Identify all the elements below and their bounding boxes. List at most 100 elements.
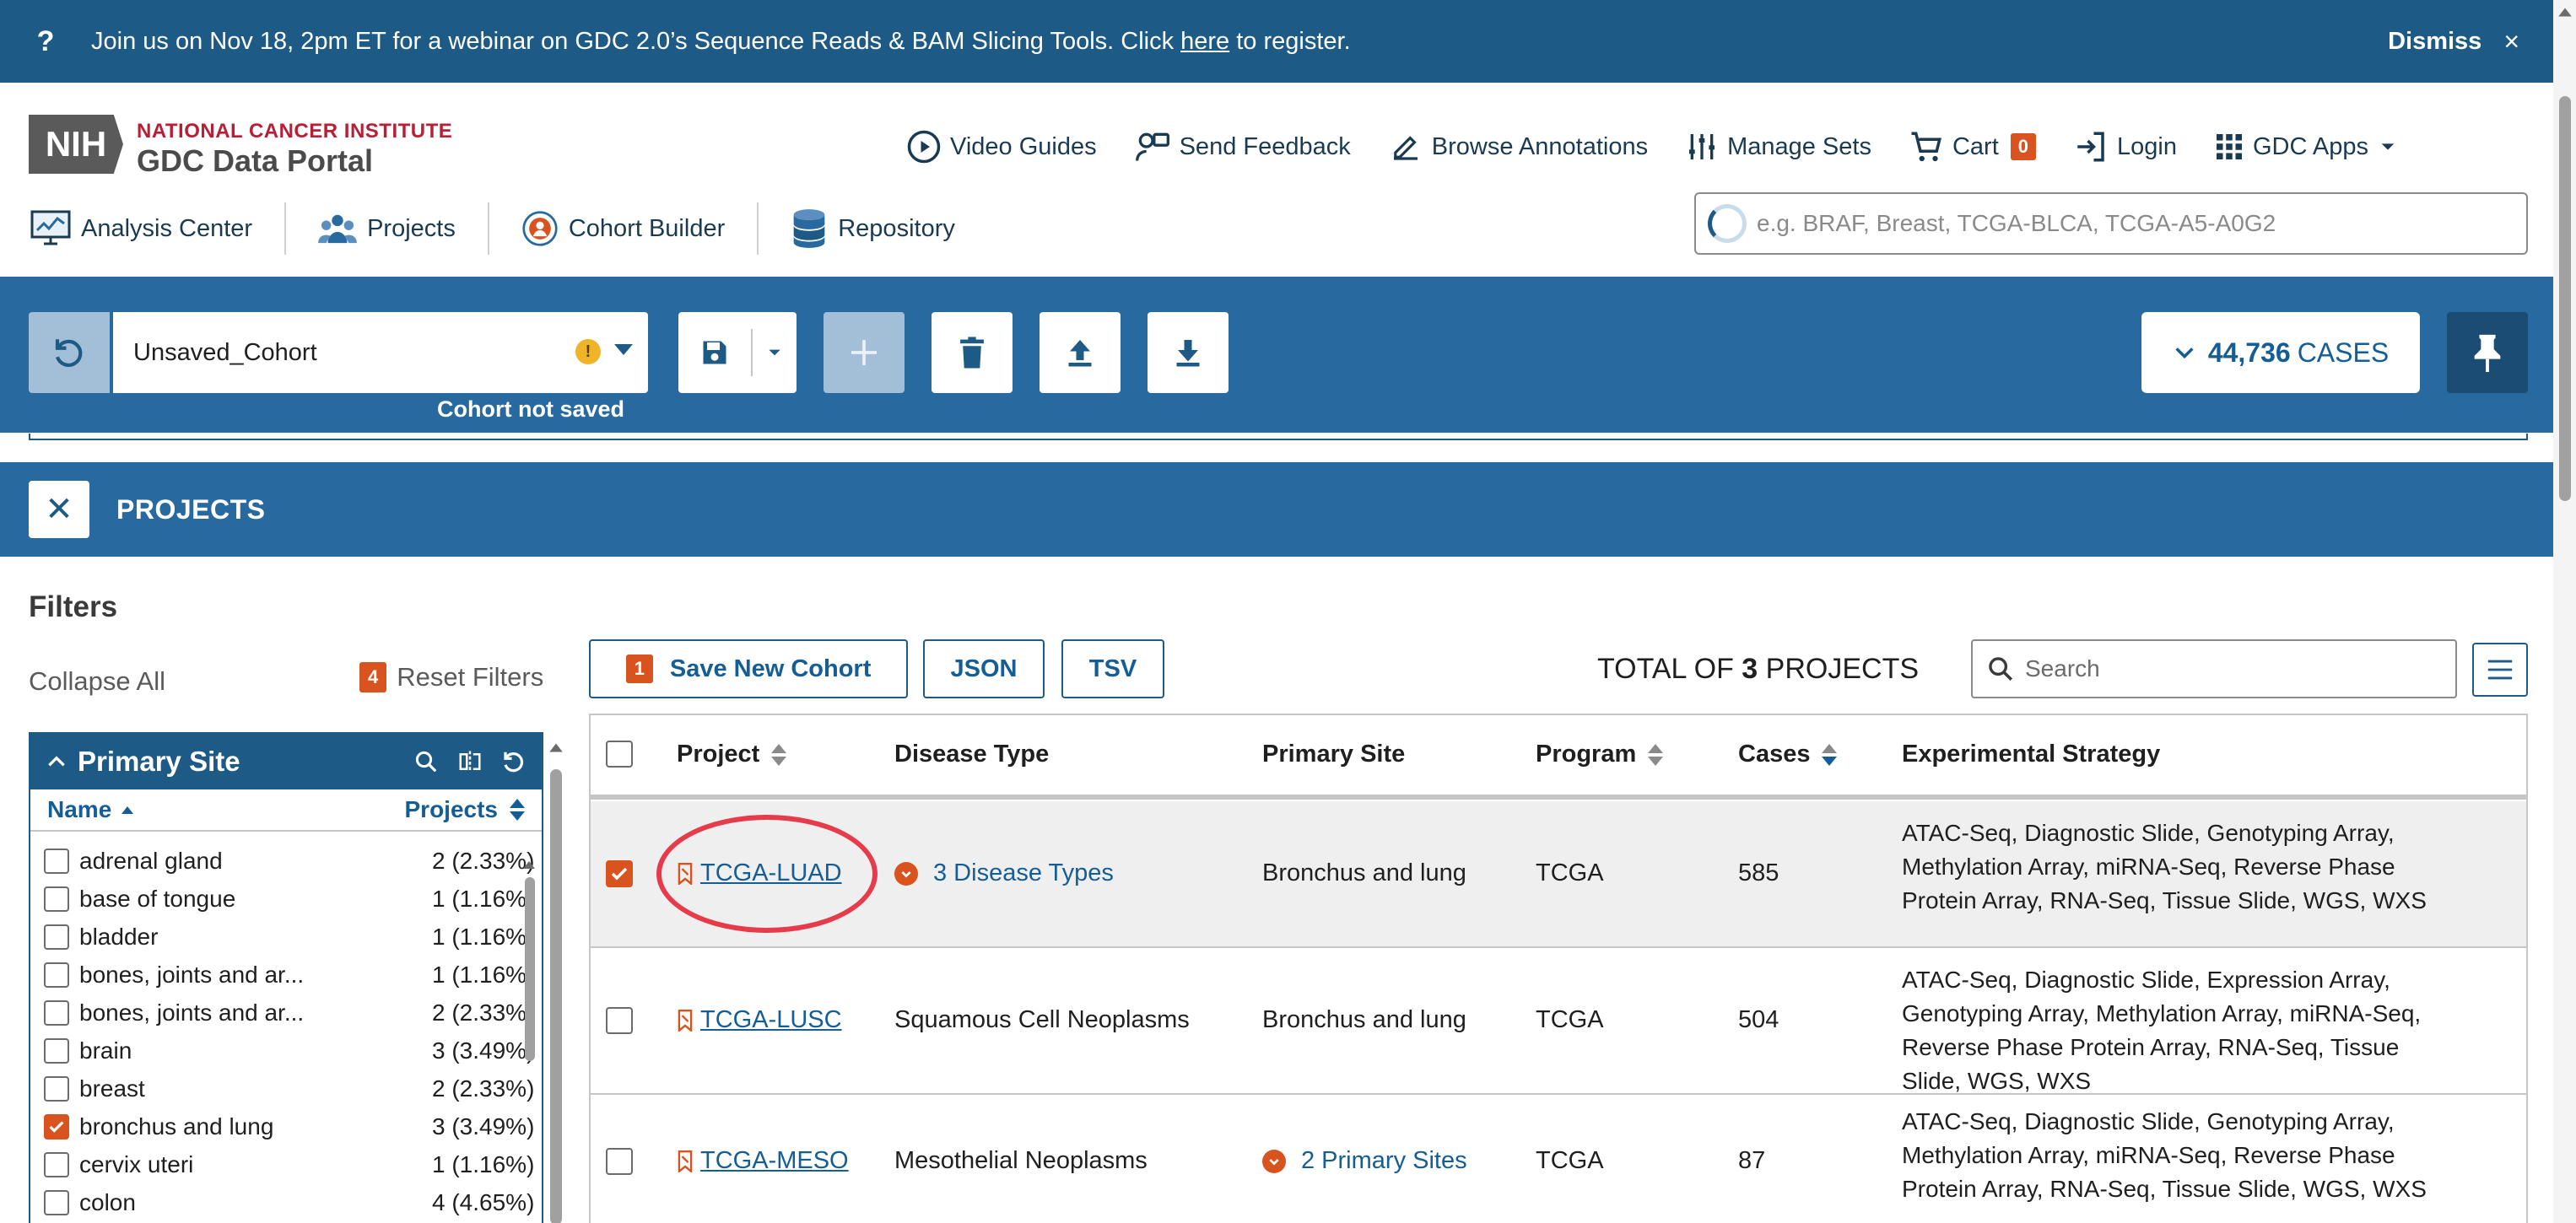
facet-scrollbar[interactable]: [521, 852, 537, 1223]
column-header-project[interactable]: Project: [677, 741, 787, 768]
projects-link[interactable]: Projects: [318, 202, 488, 255]
case-count-toggle[interactable]: 44,736 CASES: [2141, 312, 2420, 393]
video-guides-link[interactable]: Video Guides: [906, 129, 1097, 164]
close-icon[interactable]: ×: [2503, 26, 2519, 57]
projects-table: Project Disease Type Primary Site Progra…: [589, 714, 2528, 1223]
sort-by-name-button[interactable]: Name: [47, 796, 135, 823]
reset-filters-button[interactable]: 4 Reset Filters: [359, 662, 543, 692]
project-link[interactable]: TCGA-LUAD: [677, 859, 842, 887]
close-projects-button[interactable]: ✕: [29, 481, 89, 538]
selected-count-badge: 1: [625, 655, 653, 683]
analysis-center-link[interactable]: Analysis Center: [30, 202, 284, 255]
save-new-cohort-button[interactable]: 1 Save New Cohort: [589, 639, 908, 698]
table-row[interactable]: TCGA-LUSC Squamous Cell Neoplasms Bronchus…: [591, 948, 2526, 1095]
send-feedback-link[interactable]: Send Feedback: [1134, 128, 1351, 165]
facet-option-checkbox[interactable]: [44, 848, 69, 874]
gdc-apps-menu[interactable]: GDC Apps: [2214, 132, 2406, 162]
project-link[interactable]: TCGA-LUSC: [677, 1006, 842, 1034]
facet-option-checkbox[interactable]: [44, 962, 69, 988]
reset-icon[interactable]: [501, 749, 527, 774]
sliders-icon: [1689, 134, 1715, 159]
facet-option-name: adrenal gland: [79, 847, 223, 874]
facet-option[interactable]: cervix uteri 1 (1.16%): [30, 1145, 542, 1183]
facet-option-checkbox[interactable]: [44, 1075, 69, 1102]
browse-annotations-link[interactable]: Browse Annotations: [1388, 129, 1648, 164]
portal-name[interactable]: GDC Data Portal: [137, 143, 373, 179]
login-link[interactable]: Login: [2073, 129, 2177, 164]
json-export-button[interactable]: JSON: [923, 639, 1045, 698]
facet-option-name: bladder: [79, 923, 159, 950]
case-count: 44,736: [2207, 337, 2291, 368]
nci-name[interactable]: NATIONAL CANCER INSTITUTE: [137, 120, 452, 143]
scroll-up-icon[interactable]: [2557, 5, 2573, 19]
facet-option[interactable]: bones, joints and ar... 1 (1.16%): [30, 956, 542, 994]
flip-icon[interactable]: [457, 749, 483, 774]
facet-option[interactable]: bronchus and lung 3 (3.49%): [30, 1107, 542, 1145]
project-link[interactable]: TCGA-MESO: [677, 1147, 849, 1175]
divider: [757, 202, 759, 255]
facet-header: Primary Site: [30, 734, 542, 789]
disease-types-expand[interactable]: 3 Disease Types: [894, 859, 1114, 887]
cohort-builder-link[interactable]: Cohort Builder: [521, 202, 757, 255]
facet-option-checkbox[interactable]: [44, 1113, 69, 1139]
facet-option[interactable]: colon 4 (4.65%): [30, 1183, 542, 1221]
delete-cohort-button[interactable]: [932, 312, 1013, 393]
row-checkbox[interactable]: [606, 860, 633, 887]
scroll-up-icon[interactable]: [521, 859, 537, 870]
tsv-export-button[interactable]: TSV: [1061, 639, 1164, 698]
table-search-input[interactable]: Search: [1971, 639, 2457, 698]
select-all-checkbox[interactable]: [606, 741, 633, 768]
column-menu-button[interactable]: [2472, 643, 2528, 697]
save-cohort-button[interactable]: [678, 337, 751, 368]
filters-scroll-thumb[interactable]: [550, 769, 562, 1223]
disease-type-cell: Squamous Cell Neoplasms: [894, 1006, 1190, 1033]
cohort-select[interactable]: Unsaved_Cohort !: [113, 312, 648, 393]
export-cohort-button[interactable]: [1148, 312, 1229, 393]
sort-up-icon: [122, 806, 134, 814]
sort-by-projects-button[interactable]: Projects: [405, 796, 525, 823]
table-row[interactable]: TCGA-MESO Mesothelial Neoplasms 2 Primary …: [591, 1095, 2526, 1223]
manage-sets-link[interactable]: Manage Sets: [1685, 130, 1871, 164]
facet-option[interactable]: breast 2 (2.33%): [30, 1069, 542, 1107]
facet-option[interactable]: adrenal gland 2 (2.33%): [30, 842, 542, 880]
filters-scrollbar[interactable]: [547, 735, 565, 1223]
save-options-dropdown[interactable]: [753, 344, 797, 361]
chevron-up-icon[interactable]: [46, 751, 68, 773]
page-scroll-thumb[interactable]: [2559, 96, 2571, 501]
row-checkbox[interactable]: [606, 1148, 633, 1175]
column-header-cases[interactable]: Cases: [1738, 741, 1838, 768]
facet-option[interactable]: bones, joints and ar... 2 (2.33%): [30, 994, 542, 1032]
quick-search-input[interactable]: e.g. BRAF, Breast, TCGA-BLCA, TCGA-A5-A0…: [1694, 192, 2528, 255]
facet-option[interactable]: brain 3 (3.49%): [30, 1032, 542, 1069]
facet-option-checkbox[interactable]: [44, 924, 69, 950]
scroll-up-icon[interactable]: [548, 741, 564, 754]
search-icon[interactable]: [413, 749, 439, 774]
row-checkbox[interactable]: [606, 1007, 633, 1034]
pin-cohort-button[interactable]: [2447, 312, 2528, 393]
page-scrollbar[interactable]: [2553, 0, 2576, 1223]
collapse-all-button[interactable]: Collapse All: [29, 666, 165, 697]
facet-option[interactable]: bladder 1 (1.16%): [30, 918, 542, 956]
quick-search-placeholder: e.g. BRAF, Breast, TCGA-BLCA, TCGA-A5-A0…: [1757, 210, 2276, 236]
facet-option-checkbox[interactable]: [44, 886, 69, 912]
dismiss-button[interactable]: Dismiss: [2388, 28, 2481, 56]
cart-link[interactable]: Cart 0: [1909, 129, 2037, 164]
facet-option-checkbox[interactable]: [44, 1189, 69, 1215]
table-search-placeholder: Search: [2025, 655, 2100, 682]
facet-option-checkbox[interactable]: [44, 1037, 69, 1064]
facet-option-checkbox[interactable]: [44, 1151, 69, 1177]
check-icon: [49, 1120, 64, 1133]
add-cohort-button[interactable]: [824, 312, 905, 393]
import-cohort-button[interactable]: [1040, 312, 1121, 393]
column-header-program[interactable]: Program: [1536, 741, 1664, 768]
edit-icon: [1393, 136, 1418, 160]
repository-link[interactable]: Repository: [791, 202, 987, 255]
table-row[interactable]: TCGA-LUAD 3 Disease Types Bronchus and lun…: [591, 801, 2526, 948]
register-link[interactable]: here: [1180, 28, 1229, 55]
discard-changes-button[interactable]: [29, 312, 110, 393]
primary-sites-expand[interactable]: 2 Primary Sites: [1262, 1147, 1467, 1175]
facet-option-checkbox[interactable]: [44, 999, 69, 1026]
facet-option[interactable]: base of tongue 1 (1.16%): [30, 880, 542, 918]
facet-scroll-thumb[interactable]: [525, 877, 535, 1061]
nih-logo[interactable]: NIH: [29, 115, 123, 174]
